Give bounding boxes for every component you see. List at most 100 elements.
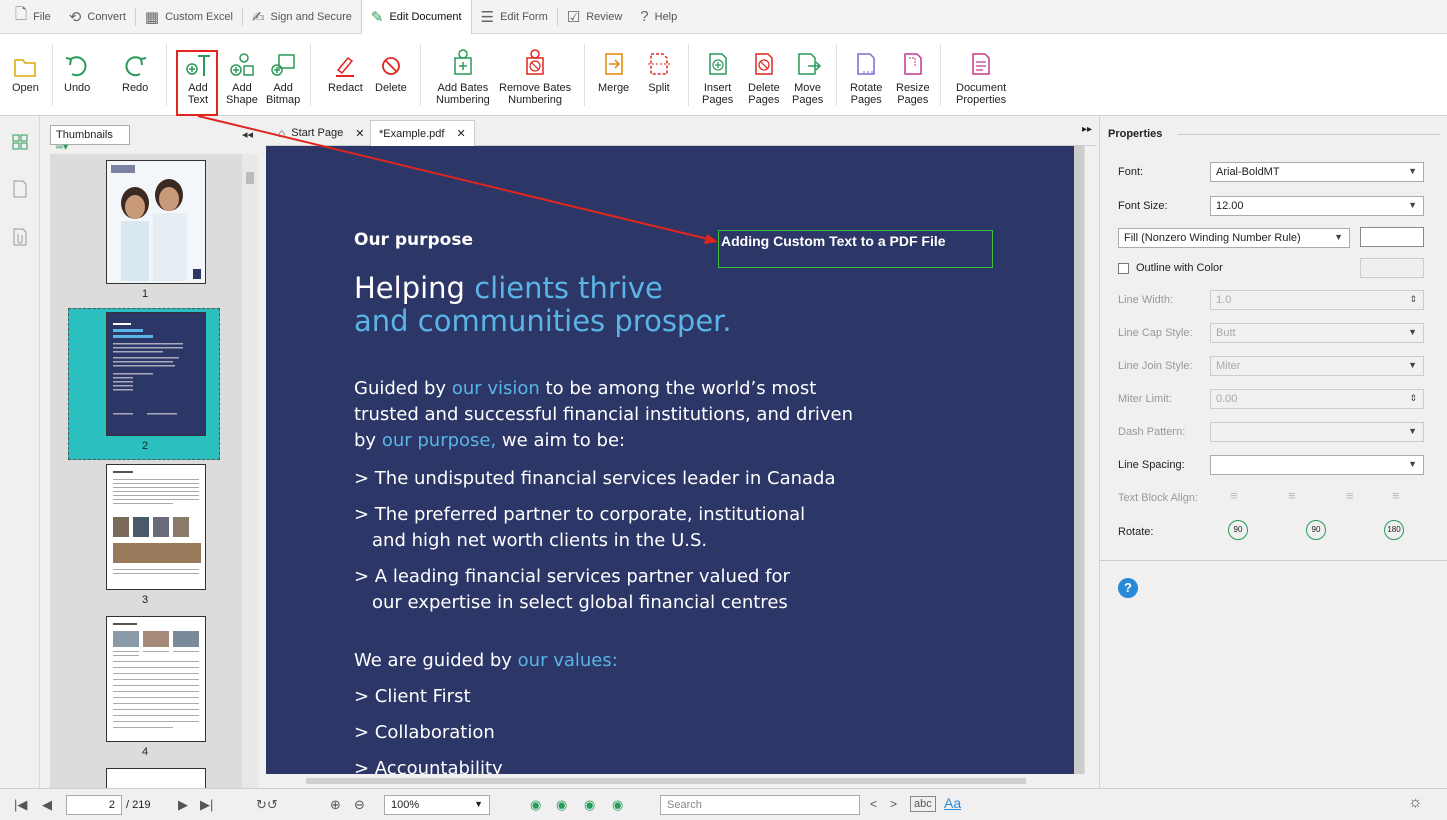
- document-view[interactable]: Our purpose Adding Custom Text to a PDF …: [266, 146, 1084, 774]
- view-mode-icon[interactable]: ◉: [530, 797, 541, 813]
- document-properties-button[interactable]: Document Properties: [956, 42, 1006, 106]
- brightness-icon[interactable]: ☼: [1408, 794, 1423, 812]
- bookmarks-icon[interactable]: [12, 180, 28, 198]
- add-shape-button[interactable]: Add Shape: [226, 42, 258, 106]
- view-mode-icon[interactable]: ◉: [584, 797, 595, 813]
- help-icon[interactable]: ?: [1118, 578, 1138, 598]
- pdf-page: Our purpose Adding Custom Text to a PDF …: [266, 146, 1074, 774]
- home-icon: ⌂: [278, 126, 286, 140]
- match-whole-word-button[interactable]: abc: [910, 796, 936, 812]
- document-vertical-scrollbar[interactable]: [1084, 146, 1098, 774]
- menu-edit-form[interactable]: ☰ Edit Form: [472, 0, 557, 34]
- thumbnail-page-2[interactable]: [106, 312, 206, 436]
- value-item: > Accountability: [354, 758, 503, 774]
- collapse-panel-icon[interactable]: ◂◂: [242, 128, 253, 141]
- menu-review[interactable]: ☑ Review: [558, 0, 632, 34]
- file-icon: 🗋: [15, 6, 28, 23]
- font-size-select[interactable]: 12.00 ▼: [1210, 196, 1424, 216]
- view-mode-icon[interactable]: ◉: [556, 797, 567, 813]
- previous-page-icon[interactable]: ◀: [42, 797, 52, 813]
- menu-custom-excel[interactable]: ▦ Custom Excel: [136, 0, 242, 34]
- merge-button[interactable]: Merge: [598, 42, 629, 94]
- delete-button[interactable]: Delete: [375, 42, 407, 94]
- rotate-pages-button[interactable]: Rotate Pages: [850, 42, 882, 106]
- delete-pages-button[interactable]: Delete Pages: [748, 42, 780, 106]
- rotate-ccw-90-button[interactable]: 90: [1228, 520, 1248, 540]
- outline-color-swatch: [1360, 258, 1424, 278]
- thumbnail-page-1[interactable]: [106, 160, 206, 284]
- zoom-value: 100%: [391, 799, 420, 811]
- custom-text-box[interactable]: Adding Custom Text to a PDF File: [718, 230, 993, 268]
- page-title: Helping clients thrive and communities p…: [354, 272, 732, 338]
- move-pages-button[interactable]: Move Pages: [792, 42, 823, 106]
- add-bitmap-button[interactable]: Add Bitmap: [266, 42, 300, 106]
- remove-bates-button[interactable]: Remove Bates Numbering: [499, 42, 571, 106]
- menu-edit-document[interactable]: ✎ Edit Document: [360, 0, 472, 34]
- thumbnail-page-4[interactable]: [106, 616, 206, 742]
- scrollbar-thumb[interactable]: [246, 172, 254, 184]
- thumbnail-list[interactable]: 1 2 3 4: [50, 154, 258, 788]
- values-text: We are guided by: [354, 650, 518, 671]
- thumbnails-dropdown[interactable]: Thumbnails ═▾: [50, 125, 130, 153]
- tab-example-pdf[interactable]: *Example.pdf ✕: [370, 120, 475, 146]
- zoom-select[interactable]: 100% ▼: [384, 795, 490, 815]
- redact-button[interactable]: Redact: [328, 42, 363, 94]
- close-icon[interactable]: ✕: [456, 127, 465, 140]
- line-width-input: 1.0 ⇕: [1210, 290, 1424, 310]
- add-bates-button[interactable]: Add Bates Numbering: [436, 42, 490, 106]
- add-bitmap-label-2: Bitmap: [266, 94, 301, 106]
- search-prev-icon[interactable]: <: [870, 797, 877, 811]
- search-next-icon[interactable]: >: [890, 797, 897, 811]
- first-page-icon[interactable]: |◀: [14, 797, 27, 813]
- thumbnail-scrollbar[interactable]: [242, 154, 258, 788]
- split-button[interactable]: Split: [646, 42, 672, 94]
- page-number-input[interactable]: 2: [66, 795, 122, 815]
- undo-button[interactable]: Undo: [64, 42, 90, 94]
- line-spacing-select[interactable]: ▼: [1210, 455, 1424, 475]
- open-button[interactable]: Open: [12, 42, 39, 94]
- menu-sign-secure[interactable]: ✍ Sign and Secure: [243, 0, 361, 34]
- next-page-icon[interactable]: ▶: [178, 797, 188, 813]
- attachments-icon[interactable]: [12, 228, 28, 246]
- fill-color-swatch[interactable]: [1360, 227, 1424, 247]
- thumbnail-page-5[interactable]: [106, 768, 206, 788]
- chevron-down-icon: ▼: [474, 799, 483, 809]
- insert-pages-button[interactable]: Insert Pages: [702, 42, 733, 106]
- para-text: trusted and successful financial institu…: [354, 404, 853, 425]
- thumbnail-page-3[interactable]: [106, 464, 206, 590]
- rotate-view-icon[interactable]: ↻↺: [256, 797, 278, 813]
- zoom-out-icon[interactable]: ⊖: [354, 797, 365, 813]
- tab-start-page[interactable]: ⌂ Start Page ✕: [270, 120, 372, 146]
- menu-help-label: Help: [654, 10, 678, 23]
- miter-limit-input: 0.00 ⇕: [1210, 389, 1424, 409]
- outline-checkbox[interactable]: [1118, 263, 1129, 274]
- thumbnails-view-icon[interactable]: [12, 134, 28, 152]
- zoom-in-icon[interactable]: ⊕: [330, 797, 341, 813]
- close-icon[interactable]: ✕: [355, 127, 364, 140]
- menu-sign-secure-label: Sign and Secure: [270, 10, 352, 23]
- align-center-icon: ≡: [1288, 488, 1296, 503]
- redo-button[interactable]: Redo: [122, 42, 148, 94]
- menu-help[interactable]: ? Help: [631, 0, 686, 34]
- scrollbar-thumb[interactable]: [306, 778, 1026, 784]
- menu-convert[interactable]: ⟲ Convert: [60, 0, 135, 34]
- undo-label: Undo: [64, 82, 91, 94]
- font-select[interactable]: Arial-BoldMT ▼: [1210, 162, 1424, 182]
- match-case-button[interactable]: Aa: [944, 795, 961, 811]
- rotate-180-button[interactable]: 180: [1384, 520, 1404, 540]
- last-page-icon[interactable]: ▶|: [200, 797, 213, 813]
- add-bitmap-label-1: Add: [273, 82, 293, 94]
- resize-pages-button[interactable]: Resize Pages: [896, 42, 930, 106]
- view-mode-icon[interactable]: ◉: [612, 797, 623, 813]
- rotate-cw-90-button[interactable]: 90: [1306, 520, 1326, 540]
- align-justify-icon: ≡: [1392, 488, 1400, 503]
- expand-panel-icon[interactable]: ▸▸: [1082, 124, 1092, 135]
- search-placeholder: Search: [667, 799, 702, 811]
- document-horizontal-scrollbar[interactable]: [266, 774, 1084, 788]
- chevron-down-icon: ▼: [1408, 327, 1417, 337]
- fill-rule-select[interactable]: Fill (Nonzero Winding Number Rule) ▼: [1118, 228, 1350, 248]
- resize-pages-label-2: Pages: [897, 94, 929, 106]
- search-input[interactable]: Search: [660, 795, 860, 815]
- remove-bates-label-1: Remove Bates: [499, 82, 572, 94]
- menu-file[interactable]: 🗋 File: [6, 0, 60, 34]
